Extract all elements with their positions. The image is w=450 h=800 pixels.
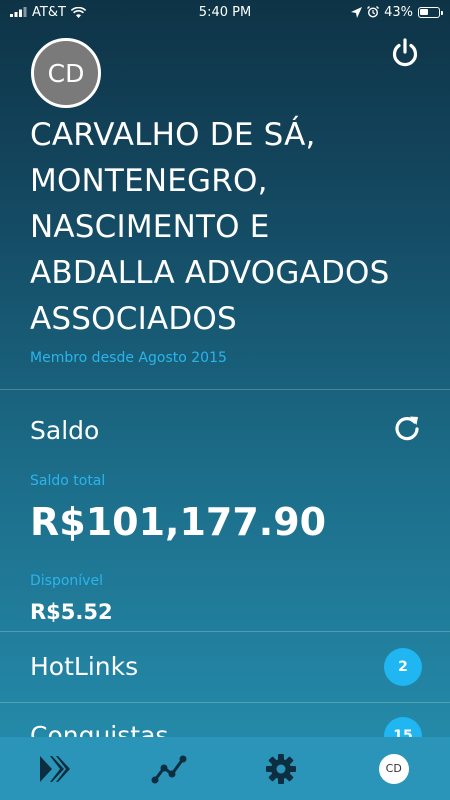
refresh-button[interactable] (392, 413, 422, 443)
total-balance-label: Saldo total (30, 473, 106, 489)
refresh-icon (395, 416, 419, 441)
signal-icon (10, 7, 27, 17)
bottom-nav: CD (0, 737, 450, 800)
location-icon (351, 6, 363, 18)
status-right: 43% (351, 4, 443, 20)
alarm-icon (367, 6, 380, 18)
status-bar: AT&T 5:40 PM 43% (0, 0, 450, 24)
battery-icon (418, 6, 443, 18)
nav-avatar: CD (378, 753, 409, 784)
carrier-label: AT&T (32, 4, 66, 20)
company-name: CARVALHO DE SÁ, MONTENEGRO, NASCIMENTO E… (30, 117, 390, 337)
settings-icon (266, 753, 297, 784)
stats-icon (151, 755, 187, 783)
avatar-initials: CD (47, 58, 85, 88)
nav-home[interactable] (26, 744, 86, 794)
available-balance-label: Disponível (30, 573, 103, 589)
home-icon (40, 755, 71, 782)
available-balance-value: R$5.52 (30, 600, 113, 624)
status-left: AT&T (10, 5, 86, 20)
battery-percent: 43% (384, 4, 413, 20)
nav-settings[interactable] (251, 744, 311, 794)
divider (0, 389, 450, 390)
logout-button[interactable] (388, 36, 422, 70)
list-item-hotlinks[interactable]: HotLinks 2 (0, 632, 450, 702)
list-item-label: HotLinks (30, 652, 139, 681)
nav-avatar-initials: CD (385, 762, 402, 775)
balance-title: Saldo (30, 416, 100, 445)
total-balance-value: R$101,177.90 (30, 500, 327, 544)
profile-avatar[interactable]: CD (31, 38, 101, 108)
power-icon (392, 38, 418, 67)
member-since: Membro desde Agosto 2015 (30, 350, 227, 366)
nav-profile[interactable]: CD (364, 744, 424, 794)
wifi-icon (70, 6, 86, 18)
count-badge: 2 (384, 648, 422, 686)
nav-stats[interactable] (139, 744, 199, 794)
